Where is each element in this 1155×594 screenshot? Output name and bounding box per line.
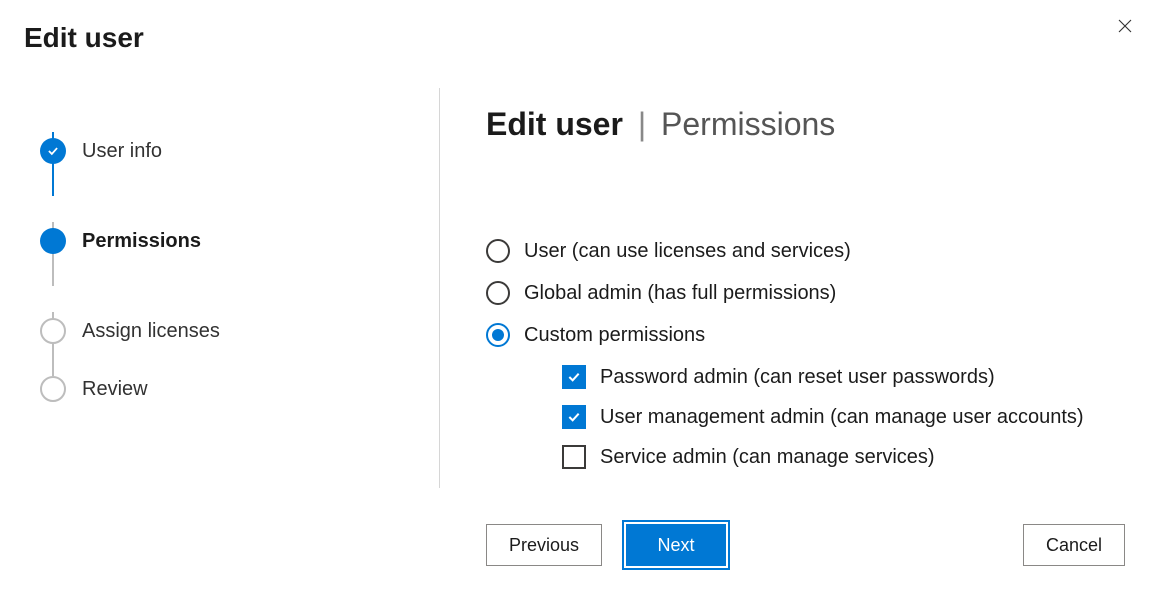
custom-role-list: Password admin (can reset user passwords…	[562, 365, 1155, 469]
checkmark-icon	[46, 144, 60, 158]
heading-separator: |	[638, 106, 646, 142]
next-button[interactable]: Next	[626, 524, 726, 566]
checkbox-icon-checked	[562, 365, 586, 389]
step-review[interactable]: Review	[40, 376, 439, 402]
page-heading: Edit user | Permissions	[486, 106, 1155, 143]
radio-global-admin[interactable]: Global admin (has full permissions)	[486, 281, 1155, 305]
radio-icon	[486, 281, 510, 305]
checkbox-label: Service admin (can manage services)	[600, 446, 935, 469]
step-indicator-done	[40, 138, 66, 164]
heading-context: Edit user	[486, 106, 623, 142]
checkbox-password-admin[interactable]: Password admin (can reset user passwords…	[562, 365, 1155, 389]
close-icon	[1116, 17, 1134, 35]
radio-custom-permissions[interactable]: Custom permissions	[486, 323, 1155, 347]
checkbox-service-admin[interactable]: Service admin (can manage services)	[562, 445, 1155, 469]
radio-icon-selected	[486, 323, 510, 347]
step-label: Review	[82, 378, 148, 401]
step-indicator-current	[40, 228, 66, 254]
step-indicator-future	[40, 376, 66, 402]
step-label: User info	[82, 140, 162, 163]
wizard-stepper: User info Permissions Assign licenses Re…	[0, 88, 440, 488]
checkmark-icon	[566, 409, 582, 425]
radio-user[interactable]: User (can use licenses and services)	[486, 239, 1155, 263]
step-permissions[interactable]: Permissions	[40, 196, 439, 286]
checkbox-icon	[562, 445, 586, 469]
step-label: Assign licenses	[82, 320, 220, 343]
step-indicator-future	[40, 318, 66, 344]
checkmark-icon	[566, 369, 582, 385]
step-user-info[interactable]: User info	[40, 106, 439, 196]
previous-button[interactable]: Previous	[486, 524, 602, 566]
radio-label: User (can use licenses and services)	[524, 240, 851, 263]
close-button[interactable]	[1109, 10, 1141, 42]
cancel-button[interactable]: Cancel	[1023, 524, 1125, 566]
main-panel: Edit user | Permissions User (can use li…	[440, 88, 1155, 592]
radio-label: Global admin (has full permissions)	[524, 282, 836, 305]
checkbox-label: Password admin (can reset user passwords…	[600, 366, 995, 389]
step-assign-licenses[interactable]: Assign licenses	[40, 286, 439, 376]
checkbox-label: User management admin (can manage user a…	[600, 406, 1084, 429]
checkbox-user-management-admin[interactable]: User management admin (can manage user a…	[562, 405, 1155, 429]
dialog-title: Edit user	[0, 0, 1155, 54]
radio-icon	[486, 239, 510, 263]
radio-label: Custom permissions	[524, 324, 705, 347]
checkbox-icon-checked	[562, 405, 586, 429]
heading-page: Permissions	[661, 106, 835, 142]
wizard-footer: Previous Next Cancel	[486, 524, 1125, 566]
step-label: Permissions	[82, 230, 201, 253]
permission-options: User (can use licenses and services) Glo…	[486, 239, 1155, 469]
